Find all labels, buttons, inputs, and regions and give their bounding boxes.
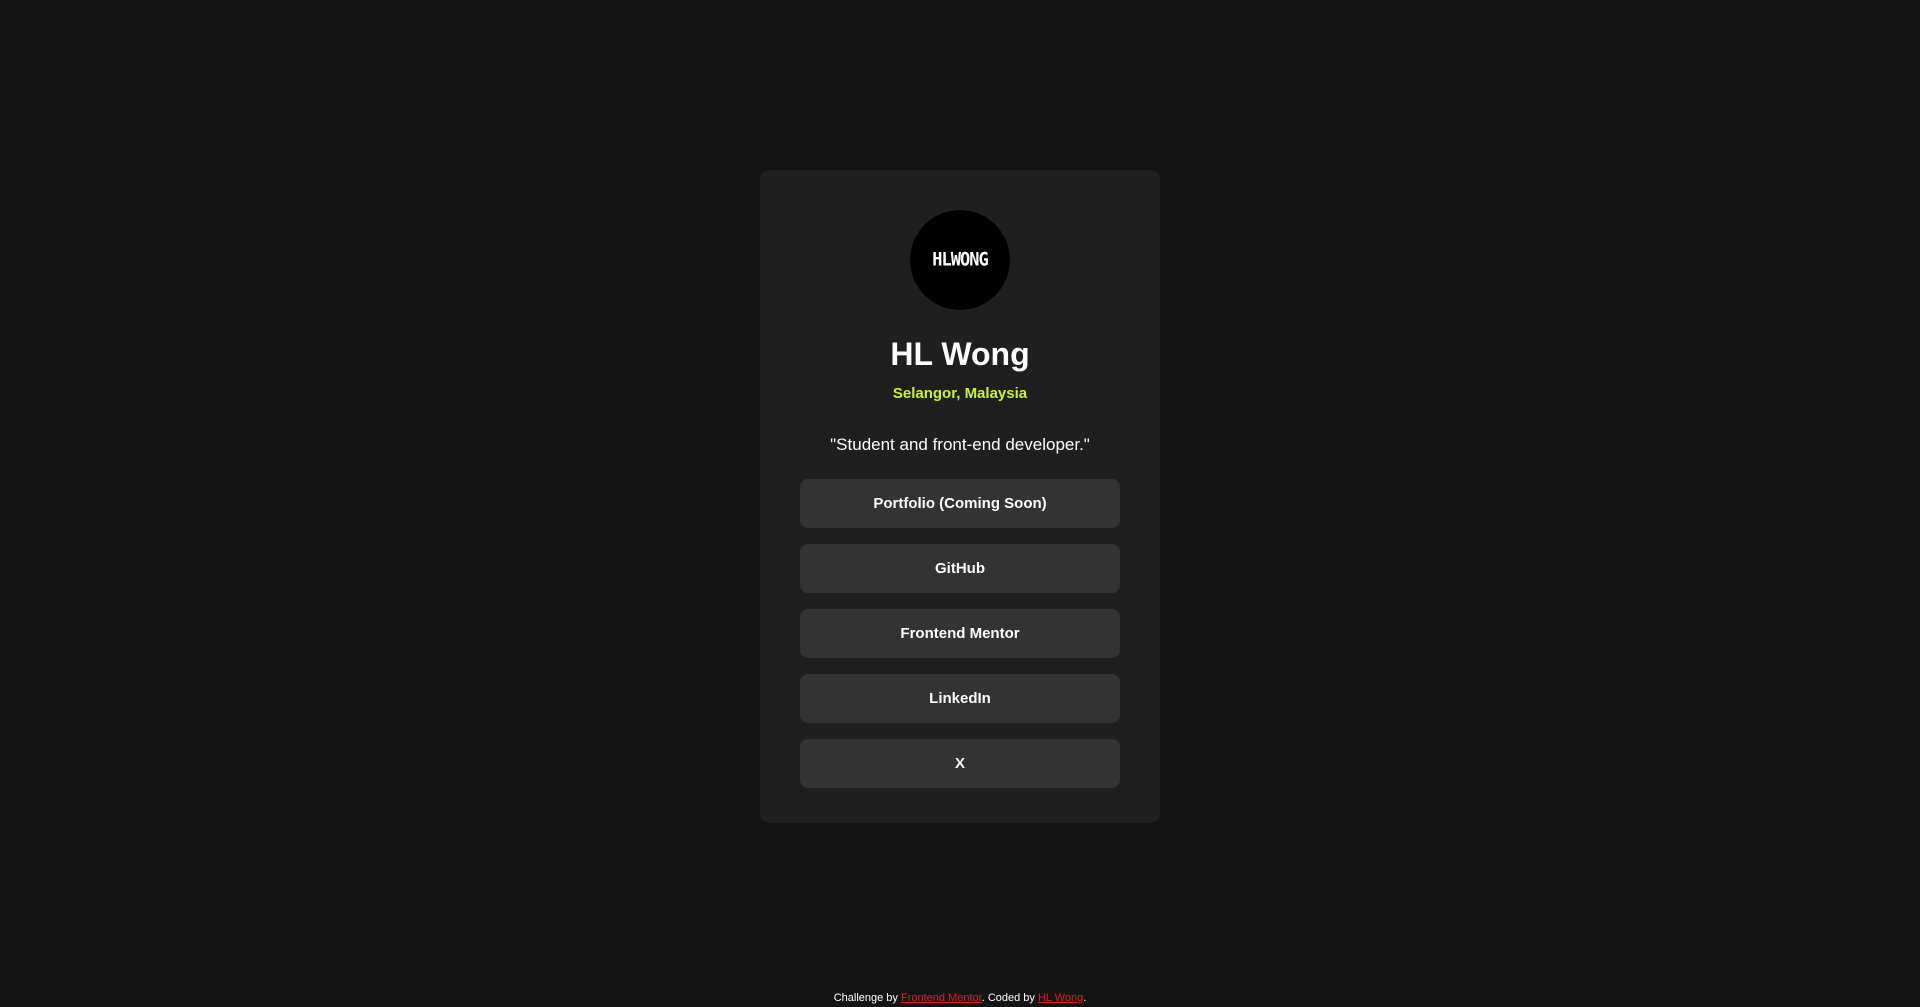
- avatar: HLWONG: [910, 210, 1010, 310]
- footer-prefix: Challenge by: [833, 992, 901, 1004]
- github-link-button[interactable]: GitHub: [800, 544, 1120, 593]
- profile-location: Selangor, Malaysia: [892, 385, 1028, 402]
- linkedin-link-button[interactable]: LinkedIn: [800, 674, 1120, 723]
- social-links-list: Portfolio (Coming Soon) GitHub Frontend …: [800, 479, 1120, 788]
- avatar-logo-text: HLWONG: [932, 249, 988, 271]
- portfolio-link-button[interactable]: Portfolio (Coming Soon): [800, 479, 1120, 528]
- profile-bio: "Student and front-end developer.": [830, 435, 1090, 454]
- profile-card: HLWONG HL Wong Selangor, Malaysia "Stude…: [760, 170, 1160, 823]
- frontend-mentor-link-button[interactable]: Frontend Mentor: [800, 609, 1120, 658]
- attribution-footer: Challenge by Frontend Mentor. Coded by H…: [0, 992, 1920, 1004]
- x-link-button[interactable]: X: [800, 739, 1120, 788]
- author-footer-link[interactable]: HL Wong: [1038, 992, 1083, 1004]
- frontend-mentor-footer-link[interactable]: Frontend Mentor: [901, 992, 982, 1004]
- footer-middle: . Coded by: [981, 992, 1038, 1004]
- footer-suffix: .: [1083, 992, 1087, 1004]
- profile-name: HL Wong: [890, 336, 1030, 372]
